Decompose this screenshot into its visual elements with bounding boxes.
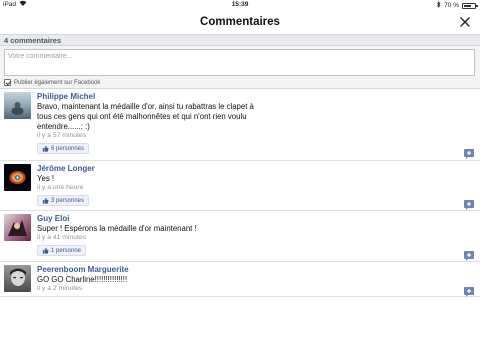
comment-count-bar: 4 commentaires xyxy=(0,35,480,46)
avatar[interactable] xyxy=(4,164,31,191)
comment-text: Super ! Espérons la médaille d'or mainte… xyxy=(37,224,197,233)
battery-icon xyxy=(462,2,478,9)
likes-button[interactable]: 3 personnes xyxy=(37,195,90,206)
header: Commentaires xyxy=(0,10,480,35)
status-right: 70 % xyxy=(436,1,478,10)
comment-input[interactable] xyxy=(4,49,475,76)
thumbs-up-icon xyxy=(42,145,49,152)
comment-author[interactable]: Guy Eloi xyxy=(37,214,69,223)
comment-text: Bravo, maintenant la médaille d'or, ains… xyxy=(37,102,254,131)
facebook-share-label: Publier également sur Facebook xyxy=(14,79,101,86)
thumbs-up-icon xyxy=(42,197,49,204)
close-icon[interactable] xyxy=(458,15,472,29)
facebook-share-option[interactable]: Publier également sur Facebook xyxy=(4,79,100,86)
comment-item: Jérôme Longer Yes ! il y a une heure 3 p… xyxy=(0,161,480,211)
comment-list: Philippe Michel Bravo, maintenant la méd… xyxy=(0,89,480,297)
comment-item: Guy Eloi Super ! Espérons la médaille d'… xyxy=(0,211,480,262)
likes-button[interactable]: 1 personne xyxy=(37,245,87,256)
likes-count: 1 personne xyxy=(51,247,82,254)
comment-composer: Publier également sur Facebook xyxy=(0,46,480,89)
comment-timestamp: il y a 57 minutes xyxy=(37,132,87,139)
comment-timestamp: il y a 41 minutes xyxy=(37,234,87,241)
comment-timestamp: il y a 2 minutes xyxy=(37,285,83,292)
comment-timestamp: il y a une heure xyxy=(37,184,84,191)
comment-author[interactable]: Peerenboom Marguerite xyxy=(37,265,129,274)
status-bar: iPad 15:39 70 % xyxy=(0,0,480,10)
comment-author[interactable]: Philippe Michel xyxy=(37,92,95,101)
bluetooth-icon xyxy=(436,1,441,10)
reply-icon[interactable] xyxy=(464,248,474,261)
likes-button[interactable]: 6 personnes xyxy=(37,143,90,154)
reply-icon[interactable] xyxy=(464,146,474,159)
comment-text: Yes ! xyxy=(37,174,55,183)
thumbs-up-icon xyxy=(42,247,49,254)
reply-icon[interactable] xyxy=(464,284,474,297)
facebook-share-checkbox[interactable] xyxy=(4,79,11,86)
avatar[interactable] xyxy=(4,214,31,241)
avatar[interactable] xyxy=(4,92,31,119)
clock: 15:39 xyxy=(231,1,249,8)
likes-count: 6 personnes xyxy=(51,145,85,152)
comment-author[interactable]: Jérôme Longer xyxy=(37,164,95,173)
reply-icon[interactable] xyxy=(464,197,474,210)
comment-item: Philippe Michel Bravo, maintenant la méd… xyxy=(0,89,480,161)
comment-count: 4 commentaires xyxy=(4,36,62,45)
likes-count: 3 personnes xyxy=(51,197,85,204)
comment-text: GO GO Charline!!!!!!!!!!!!!!! xyxy=(37,275,128,284)
page-title: Commentaires xyxy=(200,16,280,28)
comment-item: Peerenboom Marguerite GO GO Charline!!!!… xyxy=(0,262,480,297)
avatar[interactable] xyxy=(4,265,31,292)
battery-percent: 70 % xyxy=(444,2,459,9)
